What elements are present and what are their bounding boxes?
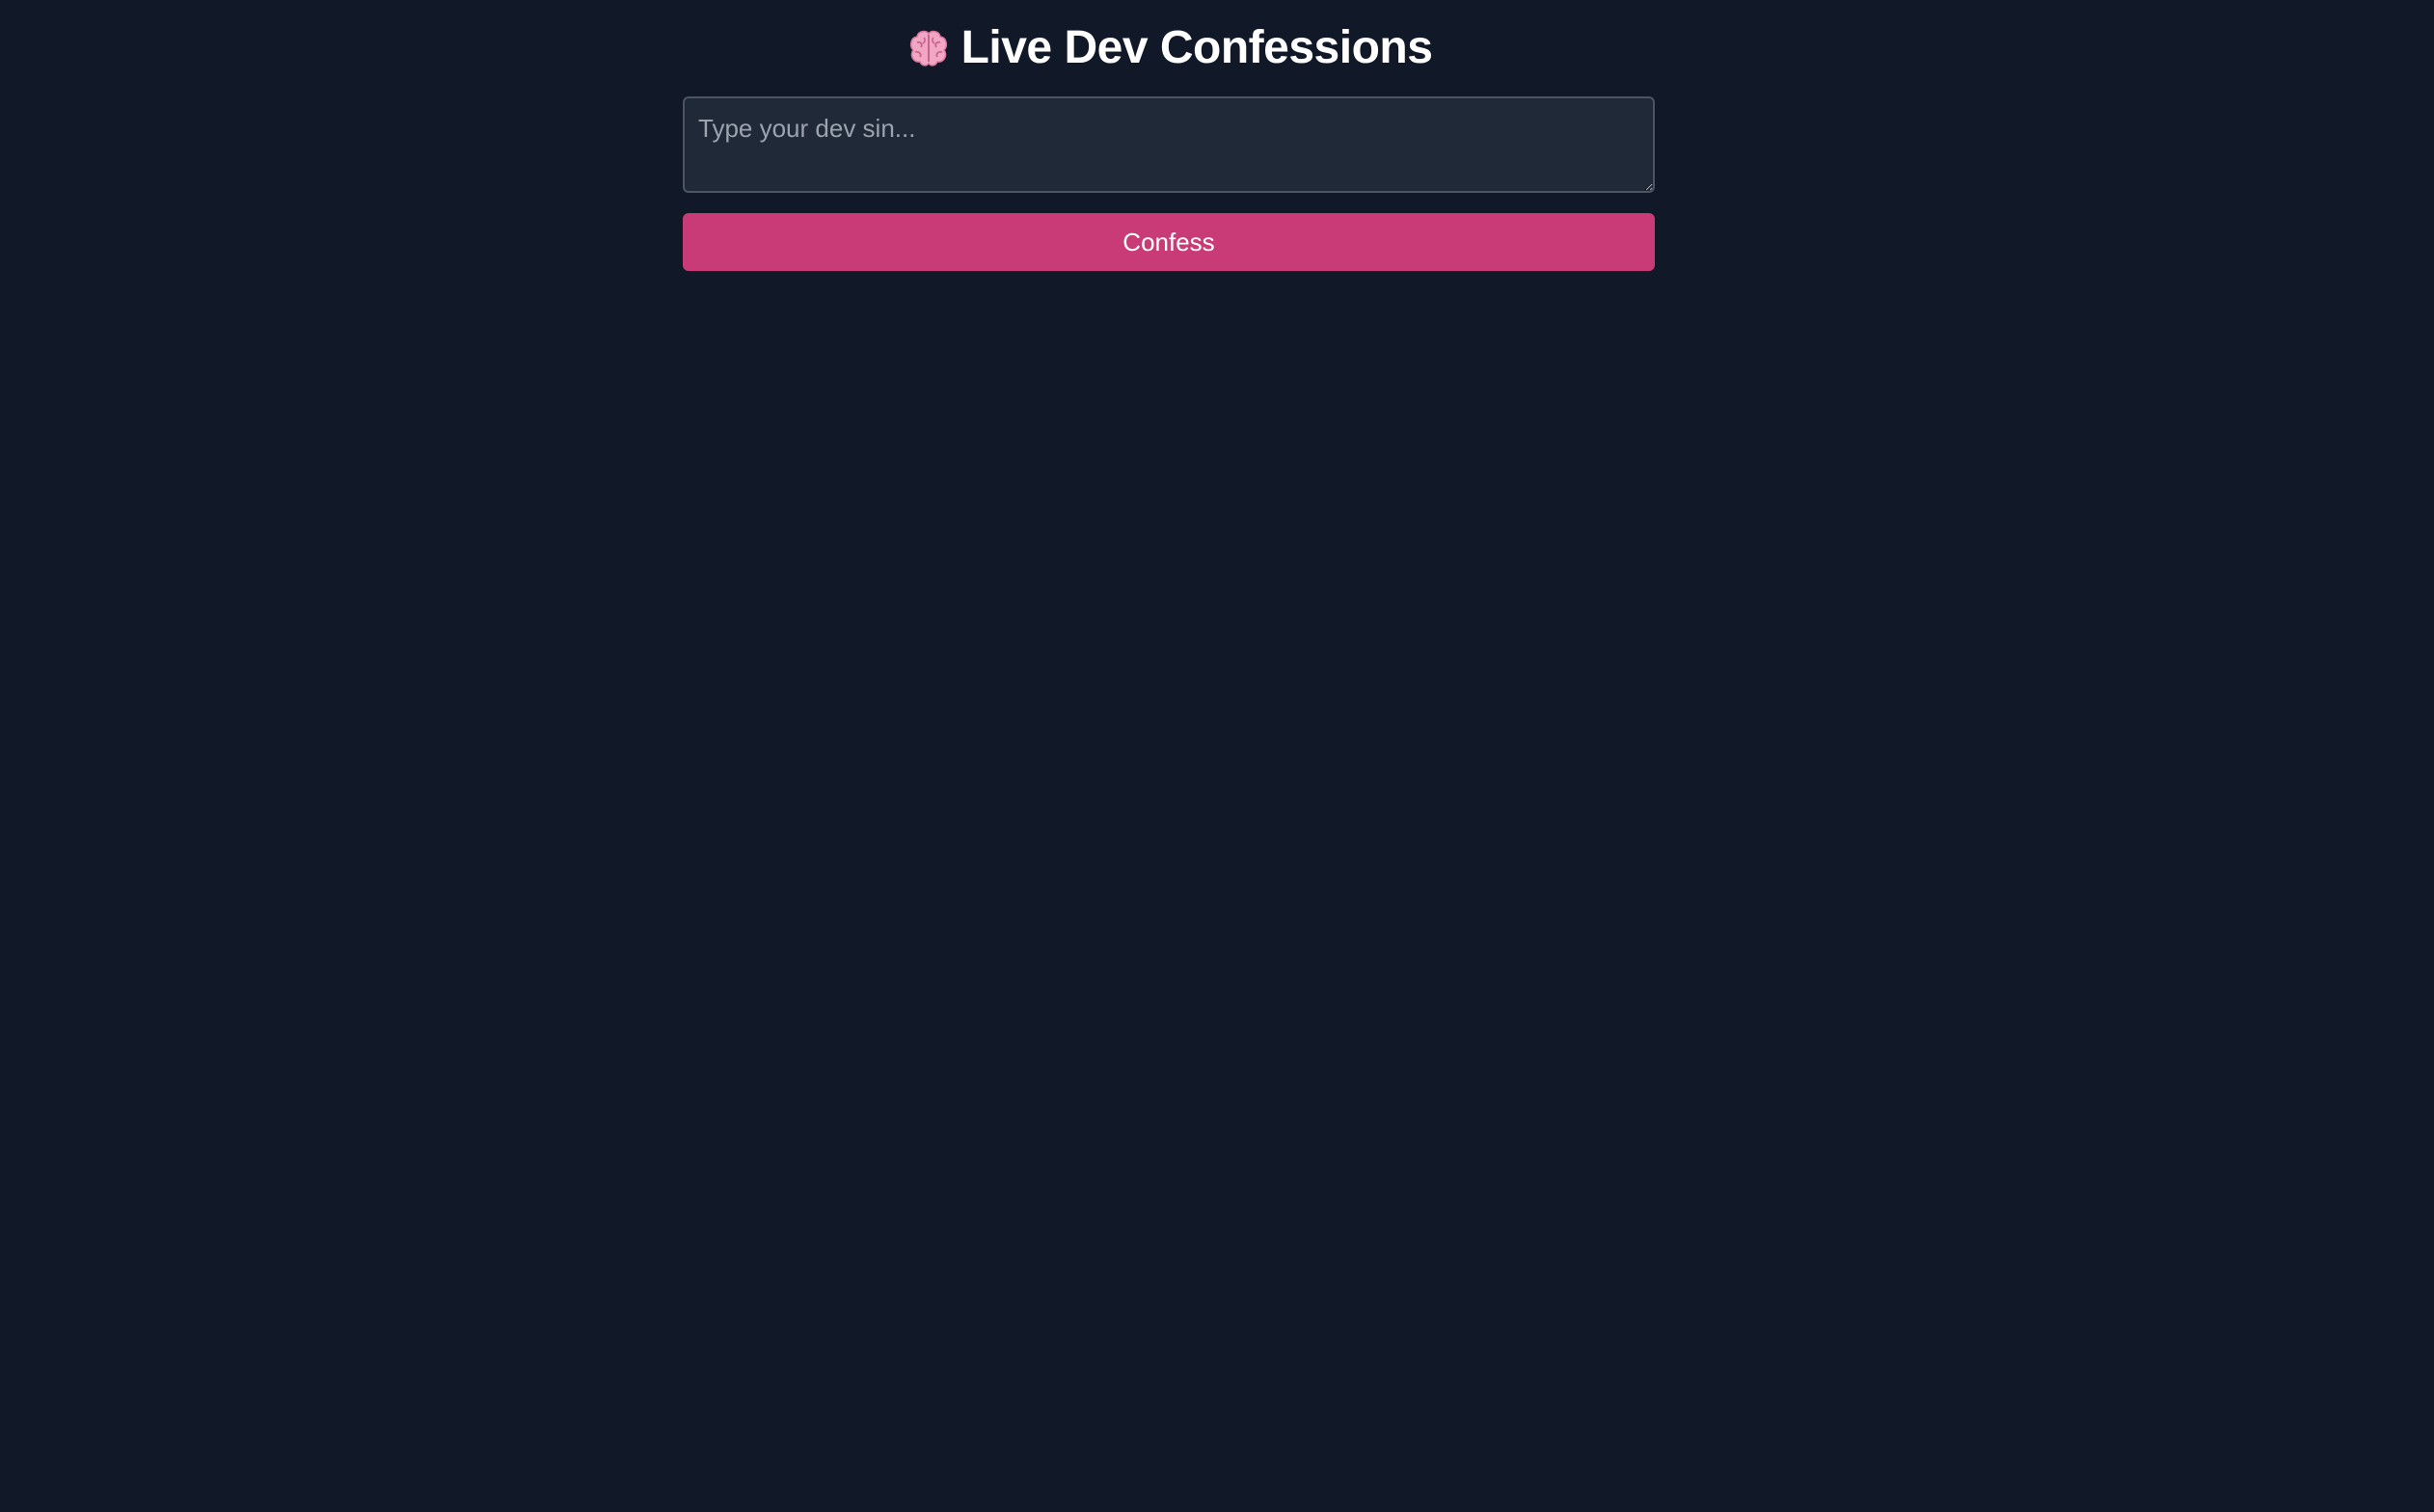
confession-input[interactable] xyxy=(683,96,1655,193)
page: Live Dev Confessions Confess xyxy=(0,0,2434,1512)
confess-button[interactable]: Confess xyxy=(683,213,1655,271)
page-title: Live Dev Confessions xyxy=(960,22,1433,73)
page-header: Live Dev Confessions xyxy=(683,17,1655,79)
brain-icon xyxy=(906,25,952,71)
